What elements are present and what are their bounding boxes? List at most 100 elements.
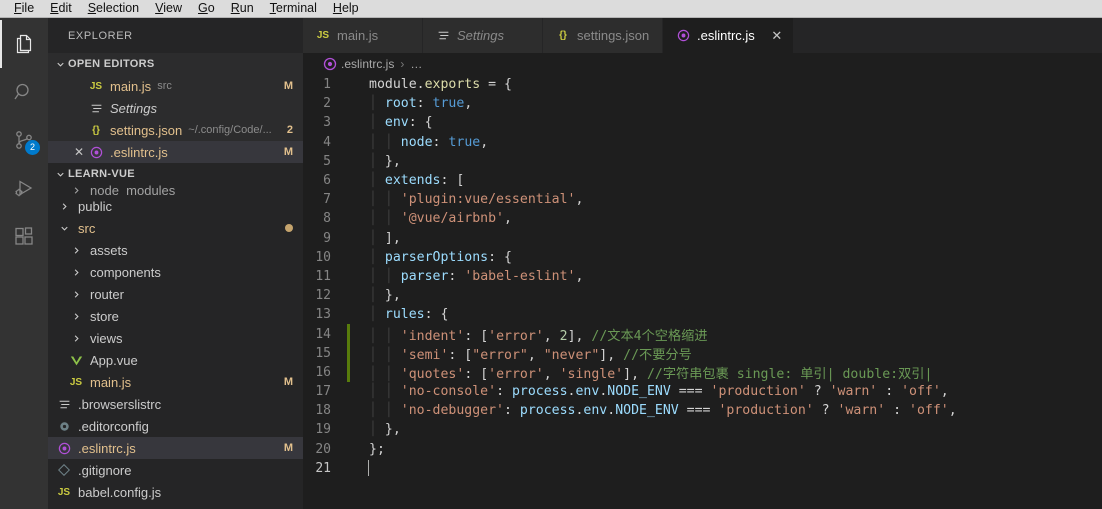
code-token: module <box>369 77 417 93</box>
menu-item-help[interactable]: Help <box>325 0 367 17</box>
menu-item-terminal[interactable]: Terminal <box>262 0 325 17</box>
indent-guide: │ <box>369 268 385 284</box>
code-line[interactable]: 5 │ }, <box>303 152 1102 171</box>
menu-mnemonic: R <box>230 1 240 15</box>
source-control-badge: 2 <box>25 140 40 155</box>
close-icon[interactable]: ✕ <box>771 28 783 44</box>
tab-label: main.js <box>337 28 379 43</box>
code-token: 'plugin:vue/essential' <box>400 192 576 208</box>
activity-source-control[interactable]: 2 <box>0 116 48 164</box>
tree-file-item[interactable]: .eslintrc.js M <box>48 437 303 459</box>
tree-folder-item[interactable]: store <box>48 305 303 327</box>
tree-folder-item[interactable]: views <box>48 327 303 349</box>
tree-file-item[interactable]: .browserslistrc <box>48 393 303 415</box>
tab-label: settings.json <box>577 28 650 43</box>
code-line[interactable]: 6 │ extends: [ <box>303 171 1102 190</box>
tree-file-item[interactable]: .editorconfig <box>48 415 303 437</box>
code-line[interactable]: 15 │ │ 'semi': ["error", "never"], //不要分号 <box>303 343 1102 363</box>
code-line[interactable]: 16 │ │ 'quotes': ['error', 'single'], //字… <box>303 362 1102 382</box>
gear-icon <box>56 418 72 434</box>
tree-file-item[interactable]: .gitignore <box>48 459 303 481</box>
code-token: = { <box>480 77 512 93</box>
open-editor-item[interactable]: ✕ .eslintrc.js M <box>48 141 303 163</box>
code-line[interactable]: 17 │ │ 'no-console': process.env.NODE_ENV… <box>303 382 1102 401</box>
tree-folder-item[interactable]: src <box>48 217 303 239</box>
activity-extensions[interactable] <box>0 212 48 260</box>
tree-file-item[interactable]: JS babel.config.js <box>48 481 303 503</box>
chevron-down-icon <box>56 220 72 236</box>
tree-folder-item[interactable]: public <box>48 195 303 217</box>
vue-file-icon <box>68 352 84 368</box>
code-line[interactable]: 8 │ │ '@vue/airbnb', <box>303 209 1102 228</box>
activity-run-debug[interactable] <box>0 164 48 212</box>
folder-modified-dot <box>285 224 293 232</box>
code-line[interactable]: 10 │ parserOptions: { <box>303 248 1102 267</box>
code-line[interactable]: 13 │ rules: { <box>303 305 1102 324</box>
code-line[interactable]: 7 │ │ 'plugin:vue/essential', <box>303 190 1102 209</box>
code-line[interactable]: 18 │ │ 'no-debugger': process.env.NODE_EN… <box>303 401 1102 420</box>
open-editors-header[interactable]: OPEN EDITORS <box>48 53 303 75</box>
menu-mnemonic: F <box>14 1 22 15</box>
menu-item-edit[interactable]: Edit <box>42 0 80 17</box>
indent-guide: │ <box>369 249 385 265</box>
tree-folder-item[interactable]: router <box>48 283 303 305</box>
code-editor[interactable]: 1 module.exports = {2 │ root: true, 3 │ env:… <box>303 75 1102 509</box>
code-token: , <box>575 268 584 284</box>
menu-item-file[interactable]: File <box>6 0 42 17</box>
open-editor-description: ~/.config/Code/... <box>188 124 272 136</box>
open-editor-item[interactable]: {} settings.json ~/.config/Code/... 2 <box>48 119 303 141</box>
line-number: 4 <box>323 134 331 150</box>
tree-file-item[interactable]: App.vue <box>48 349 303 371</box>
tab-main-js[interactable]: JS main.js <box>303 18 423 53</box>
breadcrumb-more[interactable]: … <box>410 57 422 71</box>
open-editor-item[interactable]: Settings <box>48 97 303 119</box>
indent-guide: │ <box>369 328 385 344</box>
line-number: 16 <box>315 364 331 380</box>
chevron-right-icon <box>68 242 84 258</box>
open-editor-item[interactable]: JS main.js src M <box>48 75 303 97</box>
code-token: process <box>511 384 568 400</box>
menu-item-selection[interactable]: Selection <box>80 0 147 17</box>
code-line[interactable]: 12 │ }, <box>303 286 1102 305</box>
tree-file-item[interactable]: JS main.js M <box>48 371 303 393</box>
tree-item-status-badge: M <box>283 442 293 454</box>
code-line[interactable]: 21 <box>303 459 1102 478</box>
menu-item-view[interactable]: View <box>147 0 190 17</box>
menu-item-go[interactable]: Go <box>190 0 223 17</box>
project-header[interactable]: LEARN-VUE <box>48 163 303 185</box>
sidebar-title: EXPLORER <box>68 29 133 42</box>
tab-settings-json[interactable]: {} settings.json <box>543 18 663 53</box>
code-line[interactable]: 3 │ env: { <box>303 113 1102 132</box>
indent-guide: │ <box>384 328 401 344</box>
code-token: rules <box>384 307 425 323</box>
activity-explorer[interactable] <box>0 20 48 68</box>
code-line-text: │ extends: [ <box>350 173 464 188</box>
run-debug-icon <box>12 176 36 200</box>
list-item[interactable]: node_modules <box>48 185 303 195</box>
breadcrumb-file[interactable]: .eslintrc.js <box>341 57 394 71</box>
project-name-label: LEARN-VUE <box>68 168 135 180</box>
chevron-right-icon <box>68 264 84 280</box>
explorer-sidebar: EXPLORER OPEN EDITORS JS main.js src M Setti… <box>48 18 303 509</box>
code-line[interactable]: 9 │ ], <box>303 229 1102 248</box>
code-line[interactable]: 14 │ │ 'indent': ['error', 2], //文本4个空格缩进 <box>303 324 1102 344</box>
code-line[interactable]: 20}; <box>303 440 1102 459</box>
line-number: 7 <box>323 192 331 208</box>
tab-eslintrc-js[interactable]: .eslintrc.js ✕ <box>663 18 794 53</box>
code-token: true <box>432 96 465 112</box>
code-line[interactable]: 2 │ root: true, <box>303 94 1102 113</box>
code-line[interactable]: 11 │ │ parser: 'babel-eslint', <box>303 267 1102 286</box>
code-line[interactable]: 19 │ }, <box>303 420 1102 439</box>
code-token: 'production' <box>718 403 814 419</box>
tab-settings[interactable]: Settings <box>423 18 543 53</box>
menu-mnemonic: G <box>198 1 208 15</box>
activity-search[interactable] <box>0 68 48 116</box>
menu-item-run[interactable]: Run <box>223 0 262 17</box>
tree-folder-item[interactable]: assets <box>48 239 303 261</box>
code-line[interactable]: 1 module.exports = { <box>303 75 1102 94</box>
close-icon[interactable]: ✕ <box>70 145 88 159</box>
code-token: exports <box>424 77 481 93</box>
code-line[interactable]: 4 │ │ node: true, <box>303 133 1102 152</box>
tree-folder-item[interactable]: components <box>48 261 303 283</box>
code-line-text: │ env: { <box>350 115 433 130</box>
